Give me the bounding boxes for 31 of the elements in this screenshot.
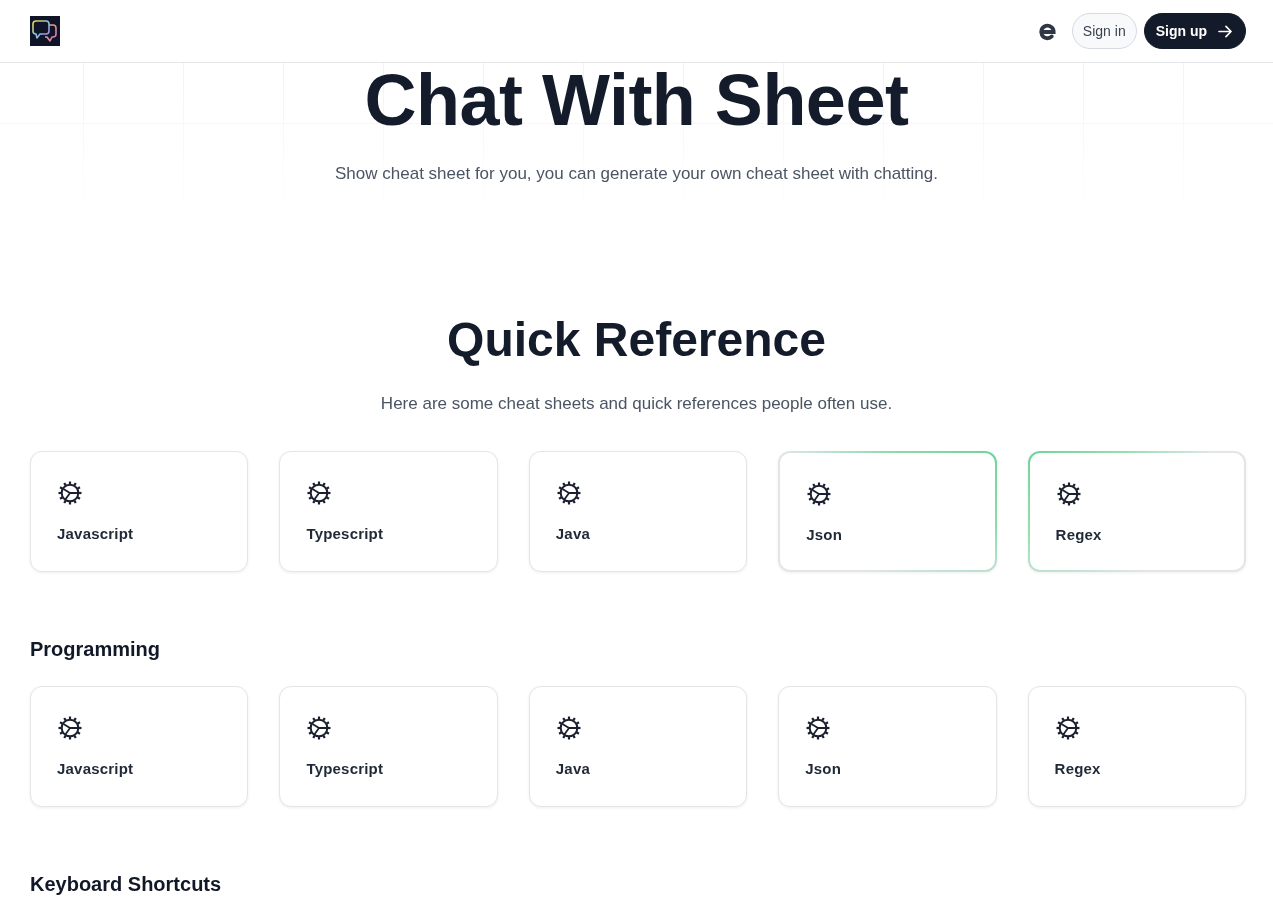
page-title: Chat With Sheet <box>364 63 909 136</box>
primary-button[interactable]: Sign up <box>1143 13 1246 49</box>
gear-icon <box>805 715 832 741</box>
page-subtitle: Show cheat sheet for you, you can generate your own cheat sheet with chatting. <box>335 163 938 185</box>
cheat-sheet-card[interactable]: Regex <box>1027 686 1246 807</box>
section-title: Quick Reference <box>447 316 826 364</box>
section-subtitle: Here are some cheat sheets and quick references people often use. <box>380 393 893 415</box>
cheat-sheet-card[interactable]: Java <box>528 451 748 572</box>
arrow-right-icon <box>1218 24 1233 38</box>
gear-icon <box>555 715 582 741</box>
cheat-sheet-card[interactable]: Javascript <box>30 451 249 572</box>
cheat-sheet-card[interactable]: Typescript <box>279 451 498 572</box>
gear-icon <box>57 480 83 506</box>
gear-icon <box>57 715 83 741</box>
gear-icon <box>306 480 333 506</box>
outline-button[interactable]: Sign in <box>1071 13 1137 49</box>
cheat-sheet-card[interactable]: Typescript <box>279 686 498 807</box>
cheat-sheet-card[interactable]: Json <box>778 451 997 572</box>
category-heading: Keyboard Shortcuts <box>30 872 222 897</box>
gear-icon <box>1054 715 1081 741</box>
cheat-sheet-card[interactable]: Json <box>778 686 997 807</box>
gear-icon <box>806 481 833 507</box>
cheat-sheet-card[interactable]: Regex <box>1027 451 1246 572</box>
gear-icon <box>306 715 333 741</box>
cheat-sheet-card[interactable]: Javascript <box>30 686 249 807</box>
speech-bubbles-logo-icon[interactable] <box>30 16 60 46</box>
cheat-sheet-card[interactable]: Java <box>528 686 748 807</box>
category-heading: Programming <box>30 637 161 662</box>
gear-icon <box>1055 481 1082 507</box>
letter-e-icon[interactable] <box>1037 21 1057 41</box>
gear-icon <box>555 480 582 506</box>
